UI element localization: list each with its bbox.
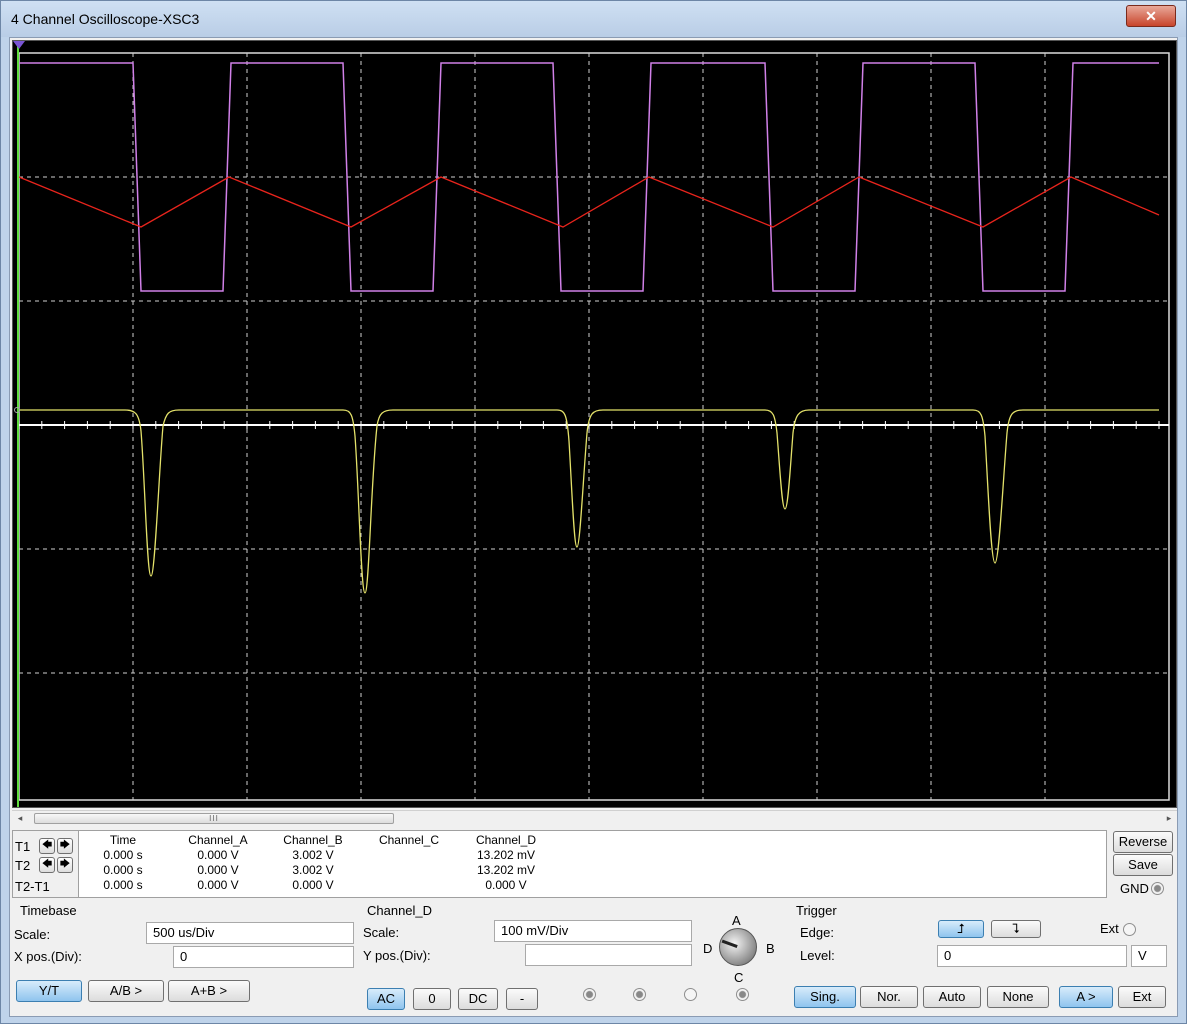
trigger-level-field[interactable]: 0 xyxy=(937,945,1127,967)
gnd-label: GND xyxy=(1120,881,1149,896)
cursor-t2-label: T2 xyxy=(15,857,31,873)
scroll-thumb[interactable]: III xyxy=(34,813,394,824)
knob-label-b: B xyxy=(766,941,775,956)
ab-mode-button[interactable]: A/B > xyxy=(88,980,164,1002)
trigger-level-unit[interactable]: V xyxy=(1131,945,1167,967)
aplusb-mode-button[interactable]: A+B > xyxy=(168,980,250,1002)
trigger-normal-button[interactable]: Nor. xyxy=(860,986,918,1008)
readout-cell: 0.000 s xyxy=(103,863,143,877)
trigger-title: Trigger xyxy=(796,903,837,918)
readout-col-channel-c: Channel_C xyxy=(359,833,459,893)
trigger-single-button[interactable]: Sing. xyxy=(794,986,856,1008)
timebase-title: Timebase xyxy=(20,903,77,918)
rising-edge-icon[interactable]: ⮥ xyxy=(938,920,984,938)
t1-left-icon[interactable]: 🡄 xyxy=(39,838,55,854)
channel-title: Channel_D xyxy=(367,903,433,918)
trigger-level-label: Level: xyxy=(800,948,835,963)
gnd-radio[interactable] xyxy=(1151,882,1164,895)
channel-c-radio[interactable] xyxy=(684,988,697,1001)
cursor-delta-label: T2-T1 xyxy=(15,878,50,894)
readout-cell xyxy=(359,878,459,893)
cursor-t1-label: T1 xyxy=(15,838,31,854)
readout-header: Channel_B xyxy=(283,833,343,847)
title-bar[interactable]: 4 Channel Oscilloscope-XSC3 ✕ xyxy=(1,1,1186,37)
falling-edge-icon[interactable]: ⮧ xyxy=(991,920,1041,938)
scope-screen-svg xyxy=(13,41,1170,807)
channel-scale-field[interactable]: 100 mV/Div xyxy=(494,920,692,942)
oscilloscope-window: 4 Channel Oscilloscope-XSC3 ✕ ◂ III ▸ T1… xyxy=(0,0,1187,1024)
readout-panel: T1 🡄 🡆 T2 🡄 🡆 T2-T1 Time 0.000 s 0.000 s… xyxy=(12,830,1107,898)
timebase-scale-label: Scale: xyxy=(14,927,51,942)
coupling-ac-button[interactable]: AC xyxy=(367,988,405,1010)
cursor-t1-handle[interactable] xyxy=(13,41,25,49)
readout-cell: 3.002 V xyxy=(292,863,334,877)
trigger-ext-radio[interactable] xyxy=(1123,923,1136,936)
readout-header: Channel_C xyxy=(378,833,440,847)
trigger-edge-label: Edge: xyxy=(800,925,834,940)
knob-label-c: C xyxy=(734,970,744,985)
reverse-button[interactable]: Reverse xyxy=(1113,831,1173,853)
client-area: ◂ III ▸ T1 🡄 🡆 T2 🡄 🡆 T2-T1 Time 0.000 s… xyxy=(9,37,1178,1017)
knob-label-d: D xyxy=(703,941,713,956)
readout-header: Channel_A xyxy=(188,833,248,847)
readout-cell: 13.202 mV xyxy=(476,848,536,862)
channel-d-radio[interactable] xyxy=(736,988,749,1001)
readout-cell: 0.000 V xyxy=(197,863,239,877)
readout-cell xyxy=(359,863,459,878)
close-button[interactable]: ✕ xyxy=(1126,5,1176,27)
readout-col-channel-d: Channel_D 13.202 mV 13.202 mV 0.000 V xyxy=(456,833,556,893)
readout-header: Channel_D xyxy=(475,833,537,847)
readout-cell: 13.202 mV xyxy=(476,863,536,877)
coupling-dc-button[interactable]: DC xyxy=(458,988,498,1010)
readout-cell: 0.000 s xyxy=(103,848,143,862)
t2-left-icon[interactable]: 🡄 xyxy=(39,857,55,873)
cursor-t1-row: T1 🡄 🡆 xyxy=(15,837,73,855)
save-button[interactable]: Save xyxy=(1113,854,1173,876)
channel-selector-knob[interactable] xyxy=(719,928,757,966)
coupling-minus-button[interactable]: - xyxy=(506,988,538,1010)
timebase-xpos-field[interactable]: 0 xyxy=(173,946,354,968)
timebase-xpos-label: X pos.(Div): xyxy=(14,949,82,964)
readout-cell: 0.000 V xyxy=(197,848,239,862)
coupling-zero-button[interactable]: 0 xyxy=(413,988,451,1010)
knob-pointer xyxy=(721,939,738,948)
window-title: 4 Channel Oscilloscope-XSC3 xyxy=(11,11,200,27)
channel-ypos-field[interactable] xyxy=(525,944,692,966)
cursor-t2-row: T2 🡄 🡆 xyxy=(15,856,73,874)
readout-cell: 0.000 V xyxy=(292,878,334,892)
knob-label-a: A xyxy=(732,913,741,928)
channel-ypos-label: Y pos.(Div): xyxy=(363,948,431,963)
timebase-scale-field[interactable]: 500 us/Div xyxy=(146,922,354,944)
readout-col-time: Time 0.000 s 0.000 s 0.000 s xyxy=(73,833,173,893)
horizontal-scrollbar[interactable]: ◂ III ▸ xyxy=(12,810,1177,826)
channel-b-radio[interactable] xyxy=(633,988,646,1001)
readout-header: Time xyxy=(109,833,137,847)
trigger-none-button[interactable]: None xyxy=(987,986,1049,1008)
t2-right-icon[interactable]: 🡆 xyxy=(57,857,73,873)
channel-a-radio[interactable] xyxy=(583,988,596,1001)
readout-cell xyxy=(359,848,459,863)
channel-scale-label: Scale: xyxy=(363,925,400,940)
readout-cell: 0.000 V xyxy=(485,878,527,892)
readout-cell: 3.002 V xyxy=(292,848,334,862)
scroll-left-icon[interactable]: ◂ xyxy=(12,811,28,826)
trigger-ext-label: Ext xyxy=(1100,921,1119,936)
cursor-controls: T1 🡄 🡆 T2 🡄 🡆 T2-T1 xyxy=(13,831,79,897)
t1-right-icon[interactable]: 🡆 xyxy=(57,838,73,854)
trigger-source-a-button[interactable]: A > xyxy=(1059,986,1113,1008)
scope-display xyxy=(12,40,1177,808)
readout-cell: 0.000 s xyxy=(103,878,143,892)
readout-col-channel-a: Channel_A 0.000 V 0.000 V 0.000 V xyxy=(168,833,268,893)
readout-col-channel-b: Channel_B 3.002 V 3.002 V 0.000 V xyxy=(263,833,363,893)
scroll-right-icon[interactable]: ▸ xyxy=(1161,811,1177,826)
yt-mode-button[interactable]: Y/T xyxy=(16,980,82,1002)
readout-cell: 0.000 V xyxy=(197,878,239,892)
cursor-delta-row: T2-T1 xyxy=(15,877,50,895)
trigger-auto-button[interactable]: Auto xyxy=(923,986,981,1008)
graticule-border xyxy=(18,52,1170,801)
trigger-source-ext-button[interactable]: Ext xyxy=(1118,986,1166,1008)
